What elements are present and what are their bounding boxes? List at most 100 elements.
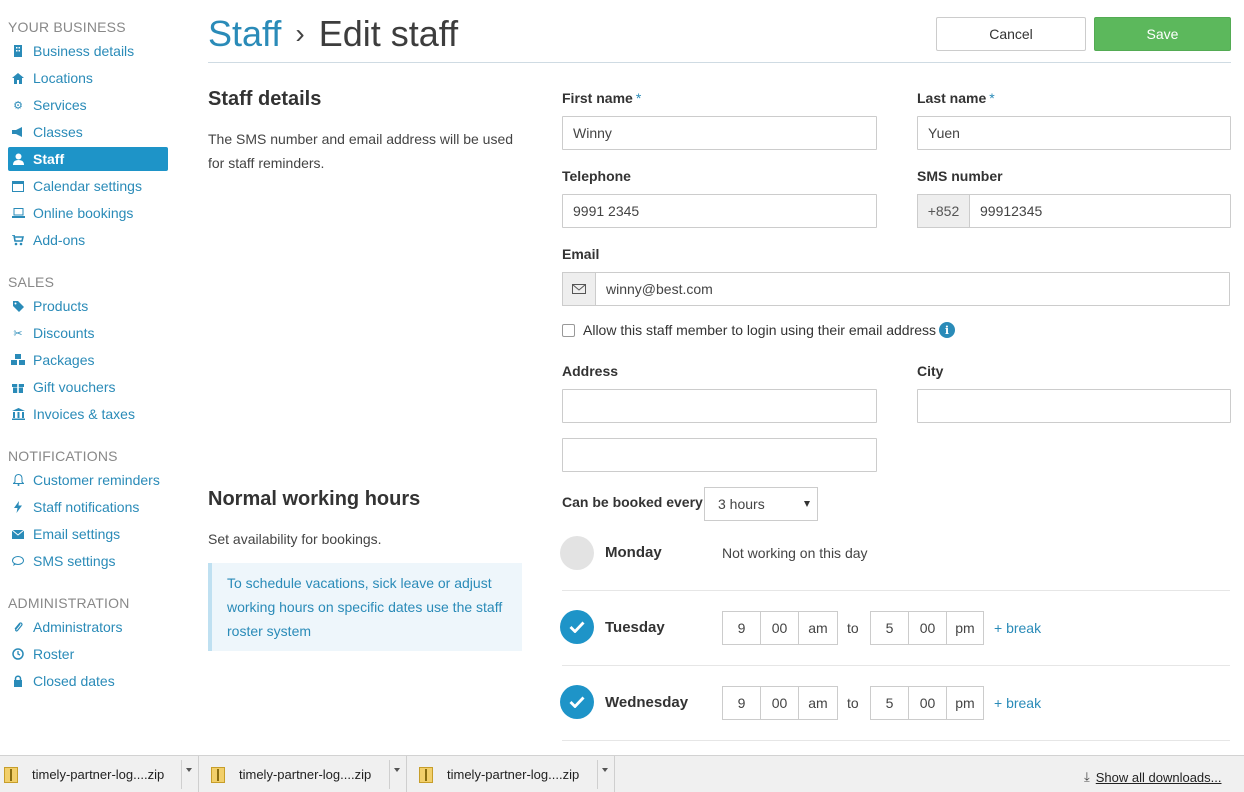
gear-icon: ⚙ [13, 99, 23, 112]
sidebar-item-staff[interactable]: Staff [8, 147, 168, 171]
sidebar-item-label: Staff [33, 151, 65, 167]
address-line1-input[interactable] [562, 389, 877, 423]
download-item-2[interactable]: timely-partner-log....zip [211, 760, 371, 789]
sidebar-item-label: Gift vouchers [33, 379, 116, 395]
sidebar-item-closed-dates[interactable]: Closed dates [8, 669, 168, 693]
sidebar-item-products[interactable]: Products [8, 294, 168, 318]
chat-icon [11, 554, 25, 568]
day-name-wednesday: Wednesday [605, 694, 689, 711]
cancel-button[interactable]: Cancel [936, 17, 1086, 51]
paperclip-icon [11, 620, 25, 634]
calendar-icon [11, 179, 25, 193]
day-name-tuesday: Tuesday [605, 619, 665, 636]
tuesday-start-hour[interactable]: 9 [722, 611, 761, 645]
home-icon [11, 71, 25, 85]
tuesday-start-ampm[interactable]: am [798, 611, 838, 645]
working-hours-heading: Normal working hours [208, 488, 421, 510]
info-icon[interactable]: i [939, 322, 956, 338]
sidebar-item-administrators[interactable]: Administrators [8, 615, 168, 639]
sidebar-item-discounts[interactable]: ✂ Discounts [8, 321, 168, 345]
sidebar-item-email-settings[interactable]: Email settings [8, 522, 168, 546]
roster-note: To schedule vacations, sick leave or adj… [208, 563, 522, 651]
wednesday-add-break[interactable]: + break [994, 695, 1041, 711]
sms-number-input[interactable] [969, 194, 1231, 228]
allow-login-row: Allow this staff member to login using t… [562, 322, 956, 338]
tuesday-end-hour[interactable]: 5 [870, 611, 909, 645]
allow-login-checkbox[interactable] [562, 323, 575, 337]
staff-details-description: The SMS number and email address will be… [208, 131, 514, 171]
to-label: to [847, 620, 859, 636]
sidebar-item-locations[interactable]: Locations [8, 66, 168, 90]
zip-file-icon [4, 766, 18, 783]
sidebar-item-staff-notifications[interactable]: Staff notifications [8, 495, 168, 519]
download-menu-arrow[interactable] [181, 760, 195, 789]
required-mark: * [989, 90, 995, 106]
sidebar-item-packages[interactable]: Packages [8, 348, 168, 372]
sidebar-item-label: Products [33, 298, 89, 314]
sidebar-item-calendar-settings[interactable]: Calendar settings [8, 174, 168, 198]
wednesday-start-minute[interactable]: 00 [760, 686, 799, 720]
download-filename: timely-partner-log....zip [32, 767, 165, 782]
section-title-administration: ADMINISTRATION [8, 595, 130, 611]
download-menu-arrow[interactable] [597, 760, 611, 789]
laptop-icon [11, 206, 25, 220]
download-menu-arrow[interactable] [389, 760, 403, 789]
wednesday-end-ampm[interactable]: pm [946, 686, 984, 720]
last-name-label: Last name * [917, 90, 995, 106]
zip-file-icon [211, 766, 225, 783]
tuesday-end-minute[interactable]: 00 [908, 611, 947, 645]
city-input[interactable] [917, 389, 1231, 423]
sidebar-item-services[interactable]: ⚙ Services [8, 93, 168, 117]
sidebar-item-gift-vouchers[interactable]: Gift vouchers [8, 375, 168, 399]
sidebar-item-label: Closed dates [33, 673, 115, 689]
sidebar-item-online-bookings[interactable]: Online bookings [8, 201, 168, 225]
monday-toggle[interactable] [560, 536, 594, 570]
tuesday-start-minute[interactable]: 00 [760, 611, 799, 645]
allow-login-label[interactable]: Allow this staff member to login using t… [583, 322, 936, 338]
breadcrumb: Staff › Edit staff [208, 12, 458, 56]
show-all-downloads[interactable]: ⤓ Show all downloads... [1084, 769, 1222, 785]
sidebar-item-add-ons[interactable]: Add-ons [8, 228, 168, 252]
sidebar-item-label: Services [33, 97, 87, 113]
sidebar-item-invoices-taxes[interactable]: Invoices & taxes [8, 402, 168, 426]
breadcrumb-staff-link[interactable]: Staff [208, 13, 281, 55]
download-item-3[interactable]: timely-partner-log....zip [419, 760, 579, 789]
sidebar-item-business-details[interactable]: Business details [8, 39, 168, 63]
wednesday-end-minute[interactable]: 00 [908, 686, 947, 720]
address-line2-input[interactable] [562, 438, 877, 472]
wednesday-start-ampm[interactable]: am [798, 686, 838, 720]
telephone-input[interactable] [562, 194, 877, 228]
building-icon [11, 44, 25, 58]
monday-status: Not working on this day [722, 545, 868, 561]
tuesday-end-ampm[interactable]: pm [946, 611, 984, 645]
check-icon [569, 696, 585, 708]
download-divider [614, 756, 615, 792]
sidebar-item-customer-reminders[interactable]: Customer reminders [8, 468, 168, 492]
email-input[interactable] [595, 272, 1230, 306]
wednesday-toggle[interactable] [560, 685, 594, 719]
last-name-input[interactable] [917, 116, 1231, 150]
sidebar-item-sms-settings[interactable]: SMS settings [8, 549, 168, 573]
roster-note-text[interactable]: To schedule vacations, sick leave or adj… [227, 575, 502, 639]
sidebar-item-label: Online bookings [33, 205, 134, 221]
telephone-label: Telephone [562, 168, 631, 184]
sidebar-item-classes[interactable]: Classes [8, 120, 168, 144]
tuesday-add-break[interactable]: + break [994, 620, 1041, 636]
sidebar-item-roster[interactable]: Roster [8, 642, 168, 666]
tuesday-toggle[interactable] [560, 610, 594, 644]
bell-icon [11, 473, 25, 487]
section-title-sales: SALES [8, 274, 55, 290]
bank-icon [11, 407, 25, 421]
download-item-1[interactable]: timely-partner-log....zip [4, 760, 164, 789]
booked-every-select[interactable]: 3 hours [704, 487, 818, 521]
lock-icon [11, 674, 25, 688]
wednesday-end-hour[interactable]: 5 [870, 686, 909, 720]
first-name-input[interactable] [562, 116, 877, 150]
header-divider [208, 62, 1231, 63]
caret-down-icon [804, 501, 810, 507]
save-button[interactable]: Save [1094, 17, 1231, 51]
sidebar-item-label: Locations [33, 70, 93, 86]
day-divider [562, 665, 1230, 666]
envelope-icon [562, 272, 596, 306]
wednesday-start-hour[interactable]: 9 [722, 686, 761, 720]
